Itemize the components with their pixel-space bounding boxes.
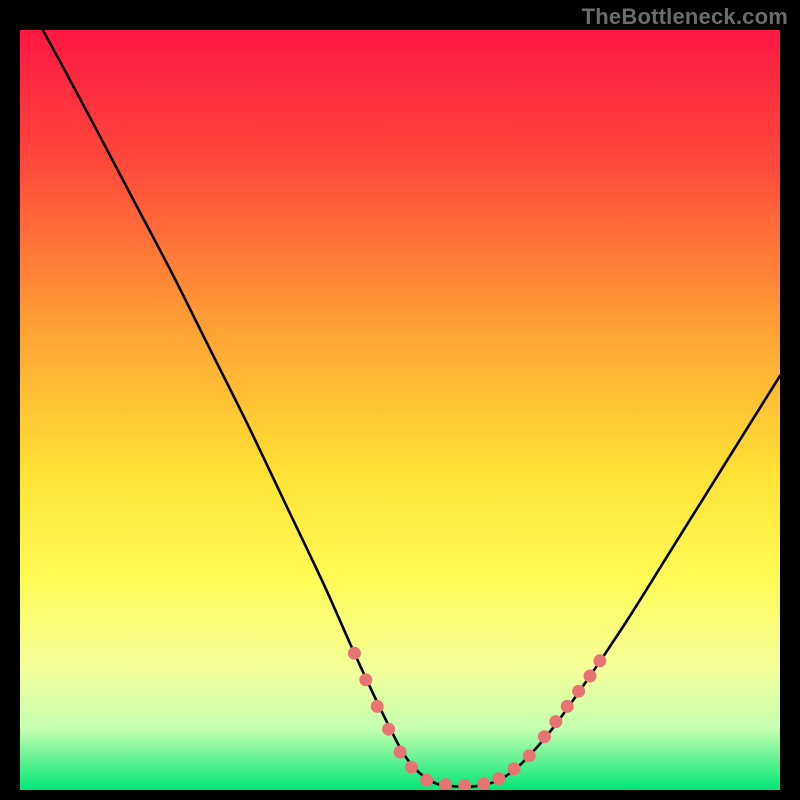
data-marker [561,700,574,713]
data-marker [477,777,490,790]
plot-frame [20,30,780,790]
curve-overlay [20,30,780,790]
data-marker [371,700,384,713]
data-marker [439,778,452,790]
data-marker [458,779,471,790]
data-marker [549,715,562,728]
data-marker [538,730,551,743]
data-marker [394,746,407,759]
data-marker [572,685,585,698]
marker-group [348,647,606,790]
data-marker [593,654,606,667]
data-marker [523,749,536,762]
data-marker [508,762,521,775]
data-marker [405,761,418,774]
data-marker [584,670,597,683]
bottleneck-curve-path [43,30,780,787]
data-marker [348,647,361,660]
data-marker [420,774,433,787]
data-marker [492,772,505,785]
data-marker [382,723,395,736]
data-marker [359,673,372,686]
watermark-text: TheBottleneck.com [582,4,788,30]
